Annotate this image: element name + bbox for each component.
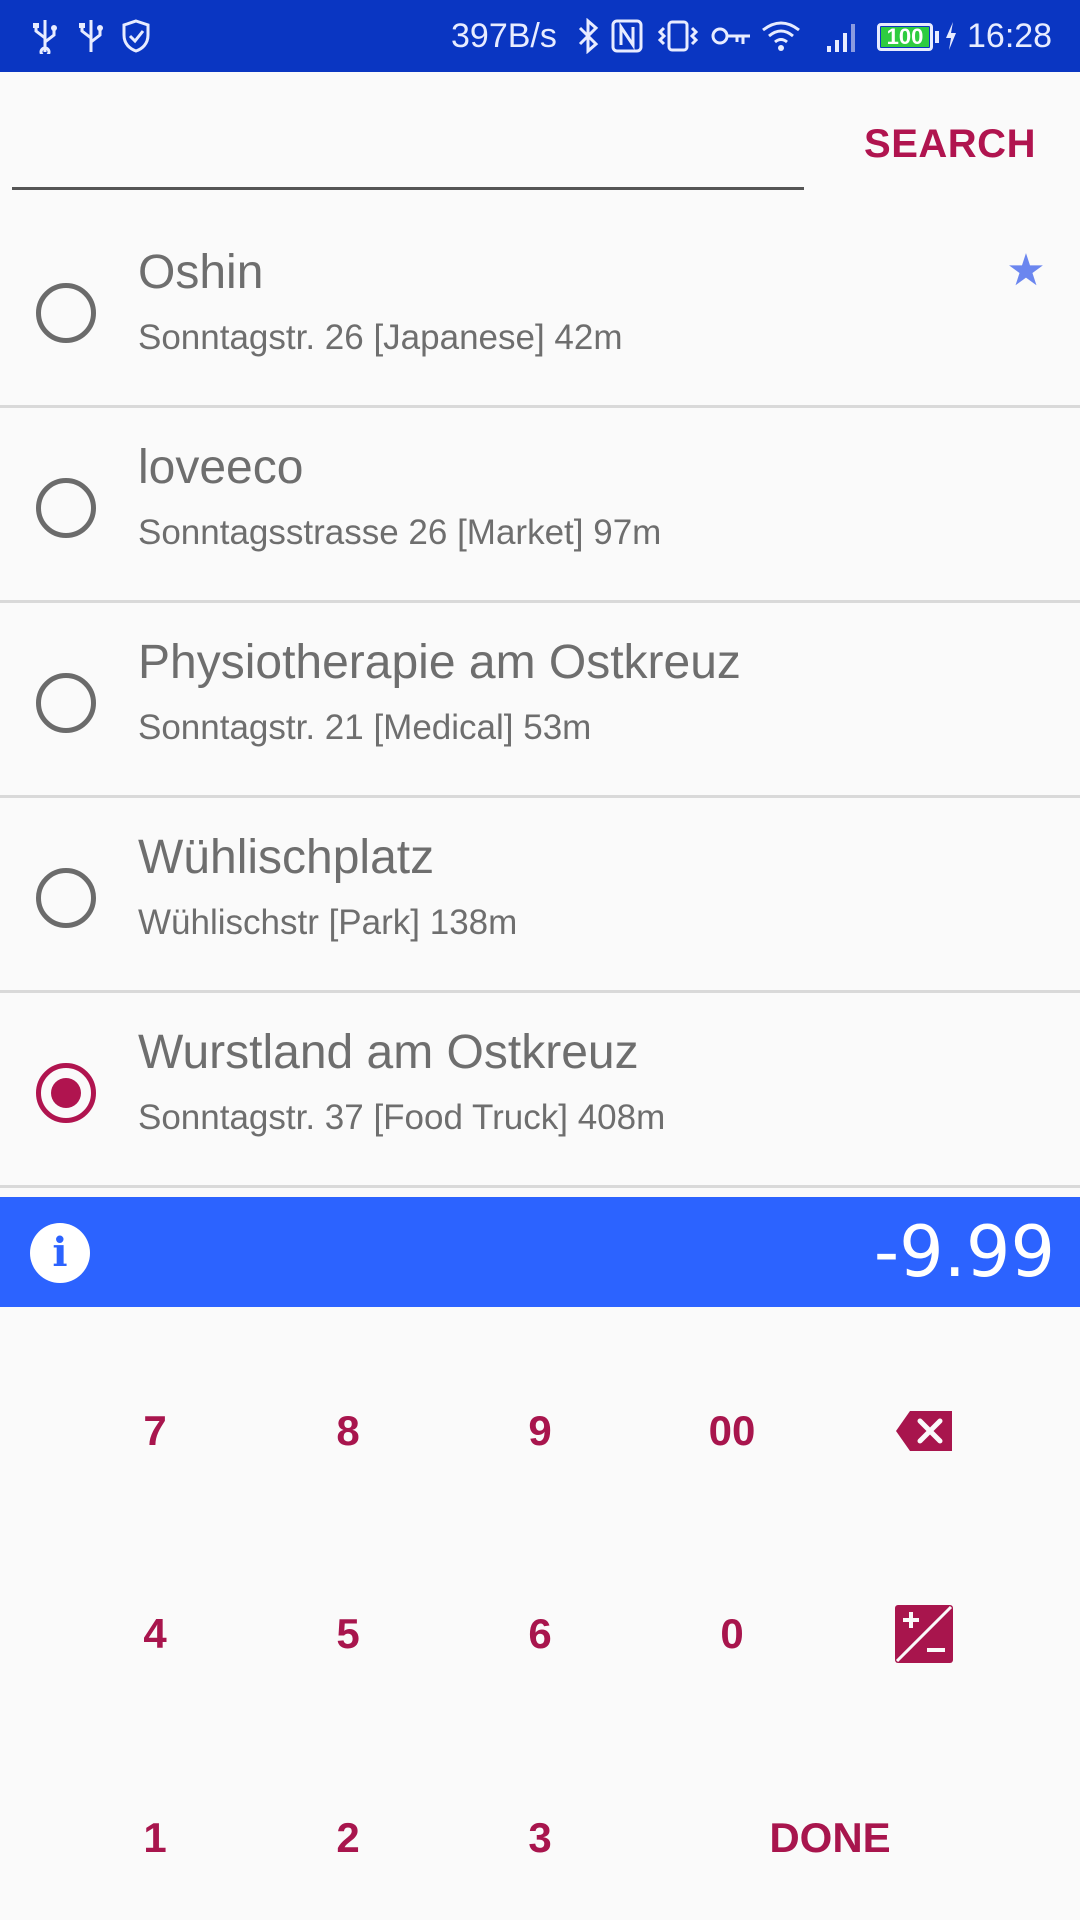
places-list: Oshin Sonntagstr. 26 [Japanese] 42m ★ lo…: [0, 213, 1080, 1188]
wifi-icon: [760, 0, 802, 72]
battery-level: 100: [886, 24, 924, 49]
key-00[interactable]: 00: [652, 1371, 812, 1491]
radio-button[interactable]: [36, 868, 96, 928]
backspace-icon: [896, 1411, 952, 1451]
clock: 16:28: [967, 16, 1053, 55]
amount-display: -9.99: [873, 1211, 1055, 1293]
info-icon[interactable]: i: [30, 1223, 90, 1283]
numeric-keypad: 7 8 9 00 4 5 6 0 1 2 3 DONE: [0, 1307, 1080, 1920]
place-name: Wühlischplatz: [138, 831, 435, 884]
key-2[interactable]: 2: [268, 1778, 428, 1898]
place-name: Oshin: [138, 246, 264, 299]
search-input[interactable]: [12, 110, 804, 190]
backspace-button[interactable]: [844, 1371, 1004, 1491]
search-button[interactable]: SEARCH: [850, 108, 1050, 180]
amount-bar: i -9.99: [0, 1197, 1080, 1307]
list-item[interactable]: Wurstland am Ostkreuz Sonntagstr. 37 [Fo…: [0, 993, 1080, 1188]
key-6[interactable]: 6: [460, 1574, 620, 1694]
status-bar: 397B/s 100 16:28: [0, 0, 1080, 72]
done-button[interactable]: DONE: [700, 1778, 960, 1898]
key-4[interactable]: 4: [75, 1574, 235, 1694]
place-detail: Wühlischstr [Park] 138m: [138, 903, 518, 942]
plus-minus-button[interactable]: [844, 1574, 1004, 1694]
list-item[interactable]: Oshin Sonntagstr. 26 [Japanese] 42m ★: [0, 213, 1080, 408]
network-speed: 397B/s: [451, 16, 557, 55]
key-1[interactable]: 1: [75, 1778, 235, 1898]
list-item[interactable]: Wühlischplatz Wühlischstr [Park] 138m: [0, 798, 1080, 993]
shield-icon: [121, 0, 151, 72]
radio-button[interactable]: [36, 673, 96, 733]
key-9[interactable]: 9: [460, 1371, 620, 1491]
list-item[interactable]: Physiotherapie am Ostkreuz Sonntagstr. 2…: [0, 603, 1080, 798]
radio-button[interactable]: [36, 478, 96, 538]
radio-button-selected[interactable]: [36, 1063, 96, 1123]
place-detail: Sonntagstr. 26 [Japanese] 42m: [138, 318, 623, 357]
place-detail: Sonntagsstrasse 26 [Market] 97m: [138, 513, 662, 552]
key-8[interactable]: 8: [268, 1371, 428, 1491]
battery-tip: [935, 31, 939, 43]
key-3[interactable]: 3: [460, 1778, 620, 1898]
key-0[interactable]: 0: [652, 1574, 812, 1694]
usb-icon: [32, 0, 58, 72]
vibrate-icon: [655, 0, 701, 72]
list-item[interactable]: loveeco Sonntagsstrasse 26 [Market] 97m: [0, 408, 1080, 603]
star-icon[interactable]: ★: [1004, 249, 1048, 293]
signal-icon: [825, 0, 861, 72]
place-name: loveeco: [138, 441, 304, 494]
charging-icon: [944, 0, 958, 72]
place-name: Physiotherapie am Ostkreuz: [138, 636, 741, 689]
key-5[interactable]: 5: [268, 1574, 428, 1694]
place-name: Wurstland am Ostkreuz: [138, 1026, 639, 1079]
battery-icon: 100: [877, 23, 933, 51]
usb-icon: [78, 0, 104, 72]
place-detail: Sonntagstr. 37 [Food Truck] 408m: [138, 1098, 666, 1137]
key-7[interactable]: 7: [75, 1371, 235, 1491]
nfc-icon: [610, 0, 644, 72]
bluetooth-icon: [576, 0, 600, 72]
radio-button[interactable]: [36, 283, 96, 343]
place-detail: Sonntagstr. 21 [Medical] 53m: [138, 708, 592, 747]
key-icon: [710, 0, 752, 72]
plus-minus-icon: [895, 1605, 953, 1663]
